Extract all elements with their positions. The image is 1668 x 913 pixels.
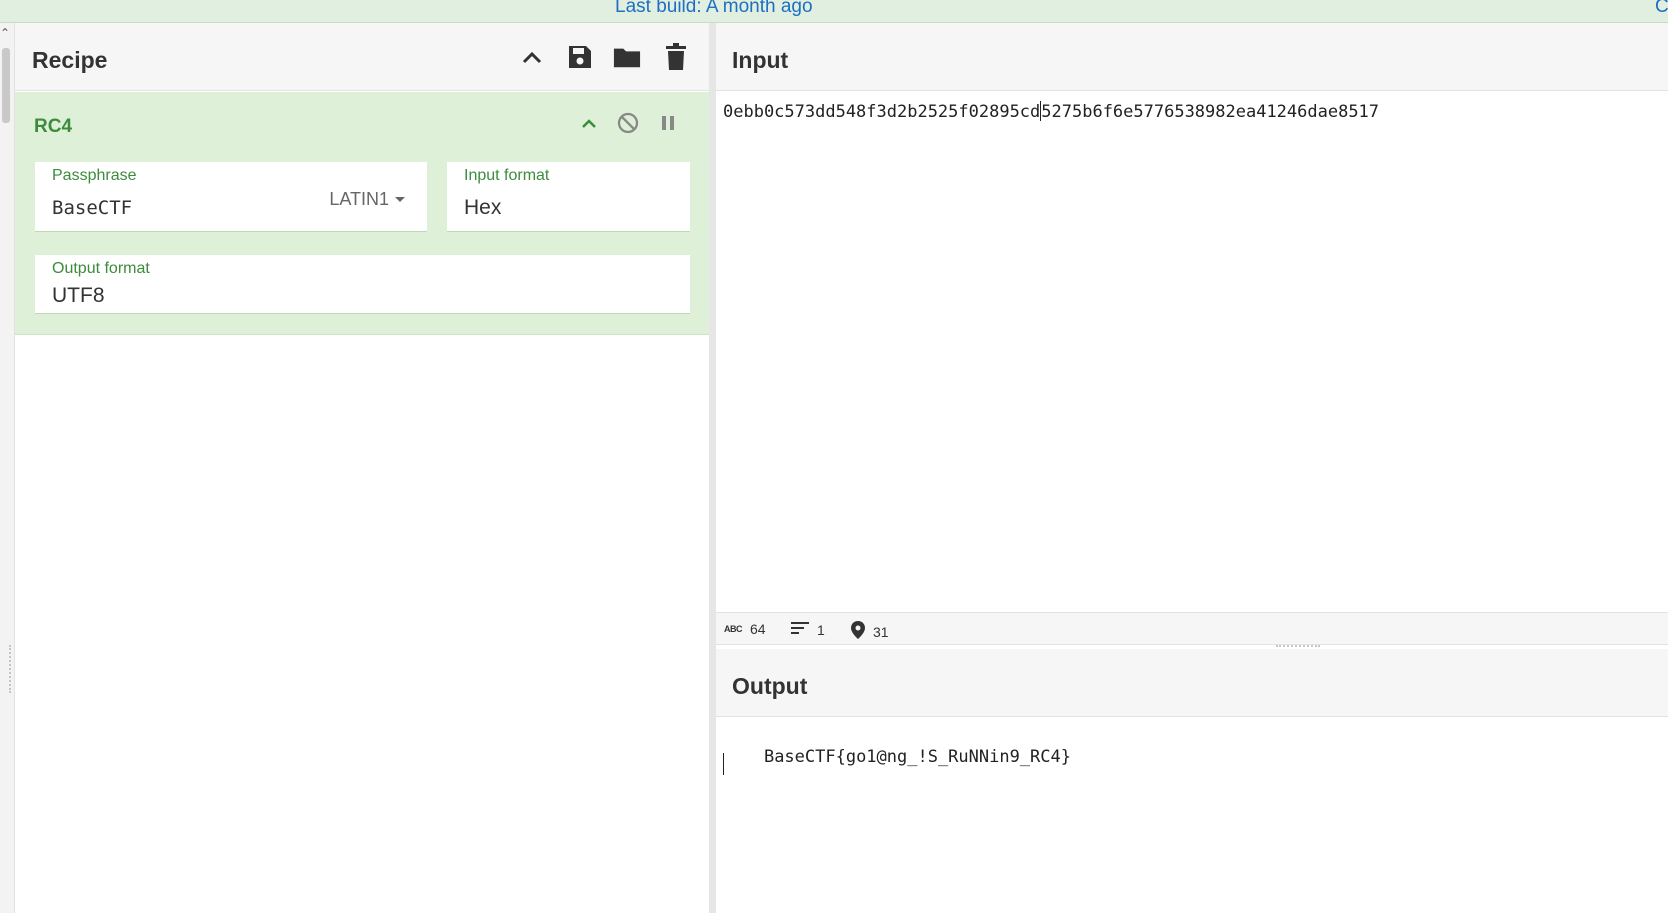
recipe-panel: Recipe RC4 Passphrase BaseCTF LATIN1 Inp…	[15, 23, 709, 913]
passphrase-encoding-dropdown[interactable]: LATIN1	[329, 189, 405, 210]
cursor-position-stat: 31	[851, 621, 889, 642]
caret-down-icon	[395, 197, 405, 202]
operation-rc4[interactable]: RC4 Passphrase BaseCTF LATIN1 Input form…	[15, 92, 709, 335]
input-title: Input	[732, 47, 789, 73]
last-build-text: Last build: A month ago	[615, 0, 813, 17]
trash-icon[interactable]	[662, 43, 690, 71]
recipe-title: Recipe	[32, 47, 108, 73]
folder-icon[interactable]	[613, 43, 641, 71]
recipe-header: Recipe	[15, 23, 709, 91]
input-format-field[interactable]: Input format Hex	[447, 162, 690, 232]
output-format-field[interactable]: Output format UTF8	[35, 255, 690, 314]
output-format-value[interactable]: UTF8	[52, 284, 105, 308]
line-count-stat: 1	[791, 621, 825, 638]
lines-icon	[791, 621, 809, 638]
chevron-up-icon[interactable]	[518, 43, 546, 71]
map-pin-icon	[851, 621, 865, 642]
line-count-value: 1	[817, 621, 825, 638]
input-header: Input	[716, 23, 1668, 91]
output-textarea[interactable]: BaseCTF{go1@ng_!S_RuNNin9_RC4}	[723, 727, 1071, 787]
input-textarea[interactable]: 0ebb0c573dd548f3d2b2525f02895cd5275b6f6e…	[723, 101, 1379, 122]
input-status-bar: ABC 64 1 31	[716, 612, 1668, 645]
output-pane: Output BaseCTF{go1@ng_!S_RuNNin9_RC4}	[716, 649, 1668, 913]
passphrase-field[interactable]: Passphrase BaseCTF LATIN1	[35, 162, 427, 232]
save-icon[interactable]	[566, 43, 594, 71]
char-count-stat: ABC 64	[724, 621, 766, 637]
char-count-value: 64	[750, 621, 766, 637]
output-format-label: Output format	[52, 260, 150, 277]
abc-icon: ABC	[724, 624, 743, 634]
top-banner: Last build: A month ago C	[0, 0, 1668, 23]
io-resize-grip[interactable]	[1276, 645, 1320, 648]
input-text-after-cursor: 5275b6f6e5776538982ea41246dae8517	[1041, 102, 1380, 122]
pause-breakpoint-icon[interactable]	[655, 110, 681, 136]
output-header: Output	[716, 649, 1668, 717]
panel-resize-grip[interactable]	[9, 645, 12, 693]
passphrase-input[interactable]: BaseCTF	[52, 197, 132, 219]
pane-splitter[interactable]	[709, 23, 716, 913]
operations-scrollbar[interactable]: ⌃	[0, 23, 15, 913]
cursor-position-value: 31	[873, 623, 889, 640]
input-format-value[interactable]: Hex	[464, 196, 501, 220]
input-format-label: Input format	[464, 167, 550, 184]
output-title: Output	[732, 673, 808, 699]
scrollbar-thumb[interactable]	[2, 48, 10, 123]
output-text-cursor	[723, 753, 724, 775]
scroll-up-arrow-icon[interactable]: ⌃	[0, 27, 10, 39]
input-text-before-cursor: 0ebb0c573dd548f3d2b2525f02895cd	[723, 102, 1041, 122]
input-pane: Input 0ebb0c573dd548f3d2b2525f02895cd527…	[716, 23, 1668, 645]
passphrase-encoding-value: LATIN1	[329, 189, 389, 209]
banner-edge-text: C	[1655, 0, 1668, 17]
collapse-operation-icon[interactable]	[576, 110, 602, 136]
operation-title: RC4	[34, 116, 73, 137]
output-text: BaseCTF{go1@ng_!S_RuNNin9_RC4}	[763, 747, 1071, 767]
passphrase-label: Passphrase	[52, 167, 137, 184]
disable-operation-icon[interactable]	[615, 110, 641, 136]
